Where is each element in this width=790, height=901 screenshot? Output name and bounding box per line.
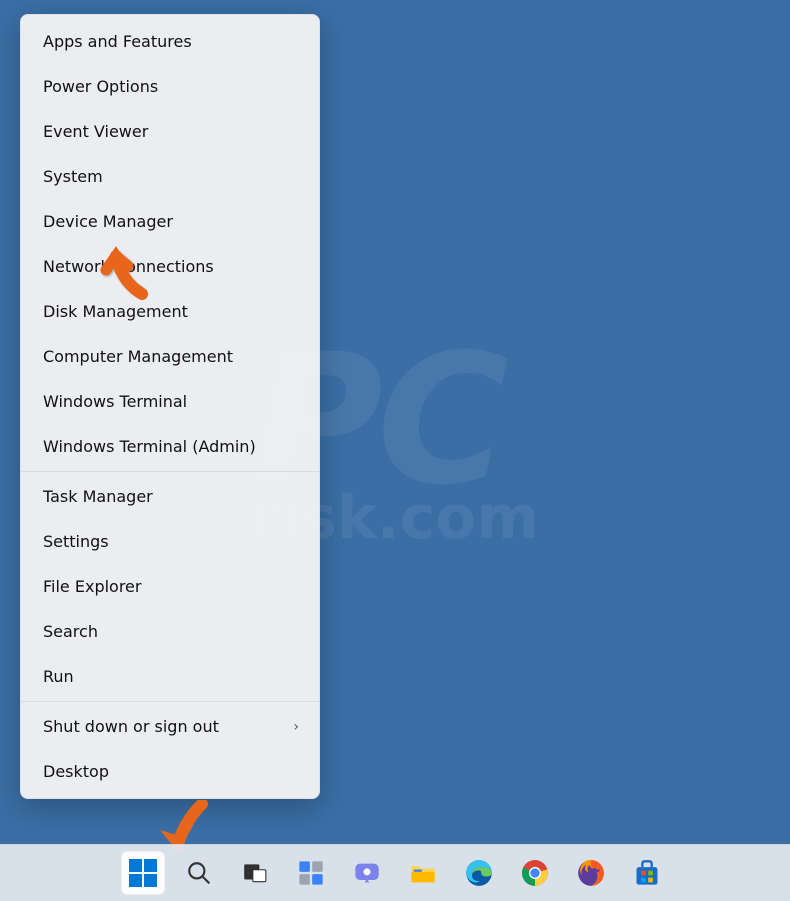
edge-icon: [465, 859, 493, 887]
chat-icon: [353, 859, 381, 887]
firefox-icon: [577, 859, 605, 887]
menu-item-search[interactable]: Search: [21, 609, 319, 654]
menu-item-computer-management[interactable]: Computer Management: [21, 334, 319, 379]
menu-item-windows-terminal-admin[interactable]: Windows Terminal (Admin): [21, 424, 319, 469]
firefox-button[interactable]: [569, 851, 613, 895]
menu-label: Network Connections: [43, 257, 214, 276]
chrome-icon: [521, 859, 549, 887]
menu-label: Search: [43, 622, 98, 641]
taskbar: [0, 844, 790, 901]
menu-label: Desktop: [43, 762, 109, 781]
search-button[interactable]: [177, 851, 221, 895]
menu-item-disk-management[interactable]: Disk Management: [21, 289, 319, 334]
menu-label: Apps and Features: [43, 32, 192, 51]
menu-separator: [21, 471, 319, 472]
store-button[interactable]: [625, 851, 669, 895]
menu-separator: [21, 701, 319, 702]
menu-label: Settings: [43, 532, 109, 551]
menu-item-system[interactable]: System: [21, 154, 319, 199]
file-explorer-button[interactable]: [401, 851, 445, 895]
menu-item-windows-terminal[interactable]: Windows Terminal: [21, 379, 319, 424]
edge-button[interactable]: [457, 851, 501, 895]
menu-item-file-explorer[interactable]: File Explorer: [21, 564, 319, 609]
widgets-button[interactable]: [289, 851, 333, 895]
winx-context-menu: Apps and Features Power Options Event Vi…: [20, 14, 320, 799]
menu-item-settings[interactable]: Settings: [21, 519, 319, 564]
windows-logo-icon: [129, 859, 157, 887]
menu-label: Power Options: [43, 77, 158, 96]
menu-label: Task Manager: [43, 487, 153, 506]
search-icon: [186, 860, 212, 886]
desktop: PC risk.com Apps and Features Power Opti…: [0, 0, 790, 901]
folder-icon: [409, 859, 437, 887]
chevron-right-icon: ›: [293, 719, 299, 735]
widgets-icon: [297, 859, 325, 887]
menu-label: Windows Terminal (Admin): [43, 437, 256, 456]
task-view-button[interactable]: [233, 851, 277, 895]
menu-item-network-connections[interactable]: Network Connections: [21, 244, 319, 289]
task-view-icon: [242, 860, 268, 886]
menu-item-run[interactable]: Run: [21, 654, 319, 699]
start-button[interactable]: [121, 851, 165, 895]
menu-item-task-manager[interactable]: Task Manager: [21, 474, 319, 519]
menu-item-shut-down-or-sign-out[interactable]: Shut down or sign out ›: [21, 704, 319, 749]
menu-label: Shut down or sign out: [43, 717, 219, 736]
menu-item-apps-and-features[interactable]: Apps and Features: [21, 19, 319, 64]
menu-label: File Explorer: [43, 577, 141, 596]
menu-item-event-viewer[interactable]: Event Viewer: [21, 109, 319, 154]
menu-label: Run: [43, 667, 74, 686]
menu-label: System: [43, 167, 103, 186]
menu-label: Disk Management: [43, 302, 188, 321]
chrome-button[interactable]: [513, 851, 557, 895]
menu-label: Windows Terminal: [43, 392, 187, 411]
menu-label: Event Viewer: [43, 122, 148, 141]
menu-item-desktop[interactable]: Desktop: [21, 749, 319, 794]
menu-item-device-manager[interactable]: Device Manager: [21, 199, 319, 244]
store-icon: [633, 859, 661, 887]
menu-label: Device Manager: [43, 212, 173, 231]
menu-label: Computer Management: [43, 347, 233, 366]
menu-item-power-options[interactable]: Power Options: [21, 64, 319, 109]
chat-button[interactable]: [345, 851, 389, 895]
